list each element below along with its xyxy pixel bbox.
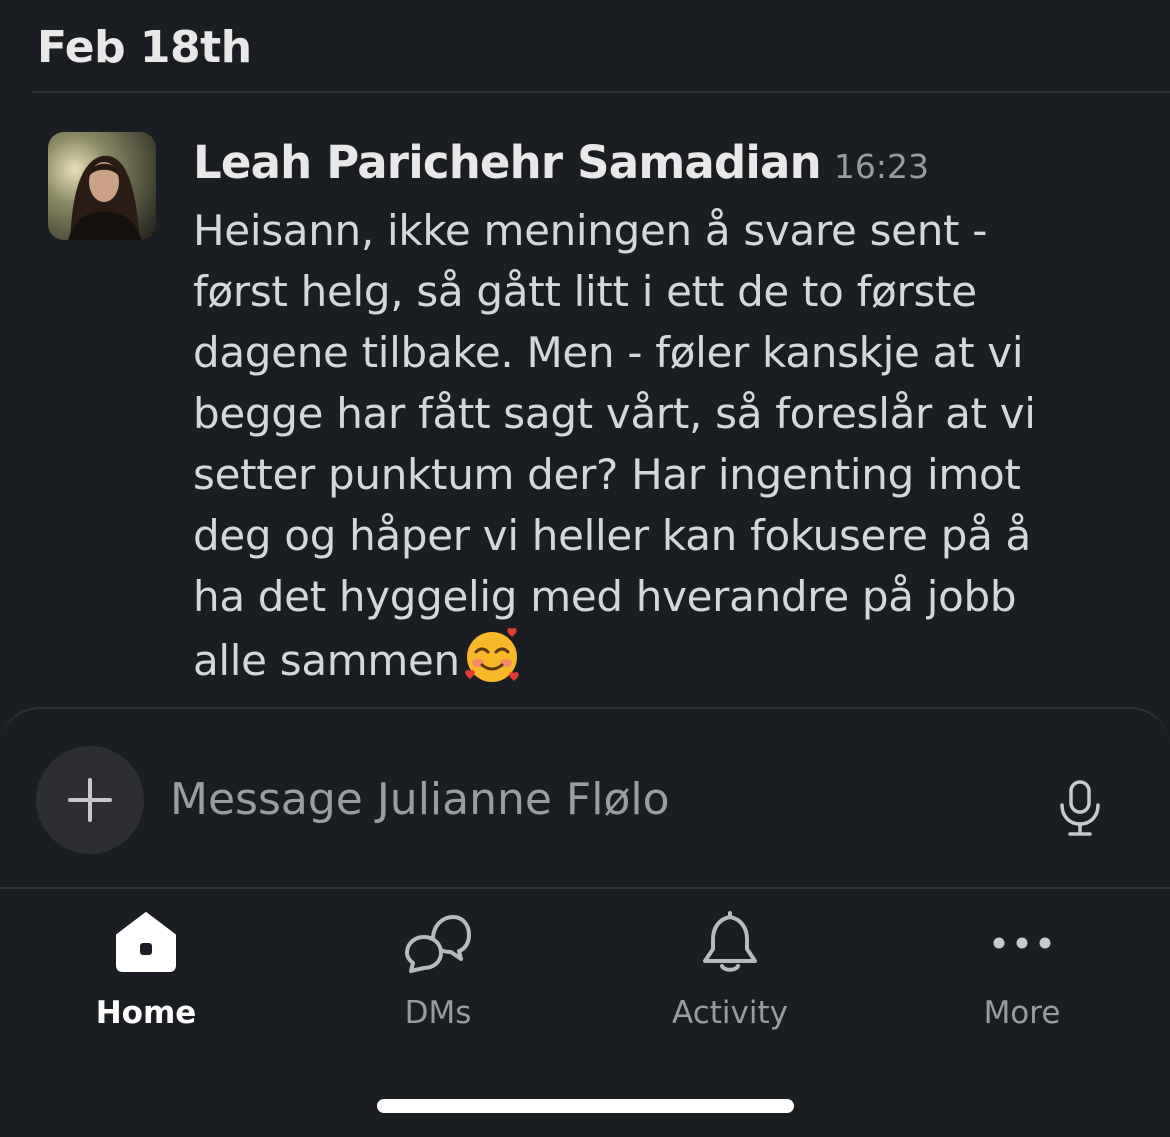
tab-home[interactable]: Home (0, 889, 292, 1059)
home-indicator (377, 1099, 794, 1113)
message-last-line: alle sammen (193, 627, 1103, 701)
message-line: begge har fått sagt vårt, så foreslår at… (193, 389, 1036, 438)
tab-more[interactable]: More (876, 889, 1168, 1059)
date-divider-header: Feb 18th (0, 0, 1170, 93)
message-composer (0, 707, 1170, 889)
message-line: ha det hyggelig med hverandre på jobb (193, 572, 1017, 621)
message-header: Leah Parichehr Samadian 16:23 (193, 136, 929, 189)
tab-dms[interactable]: DMs (292, 889, 584, 1059)
tab-label: Home (95, 995, 197, 1031)
message-line: setter punktum der? Har ingenting imot (193, 450, 1021, 499)
date-label: Feb 18th (37, 22, 252, 73)
message-line: dagene tilbake. Men - føler kanskje at v… (193, 328, 1024, 377)
tab-label: DMs (404, 995, 472, 1031)
message-timestamp: 16:23 (833, 147, 930, 186)
message-input[interactable] (170, 769, 1010, 829)
divider-line (32, 91, 1170, 93)
dm-screen: Feb 18th Leah Parichehr Samadian 16:23 H… (0, 0, 1170, 1137)
message-text: Heisann, ikke meningen å svare sent - fø… (193, 200, 1103, 701)
tab-label: More (983, 995, 1061, 1031)
dms-icon (403, 909, 473, 979)
message-line: Heisann, ikke meningen å svare sent - (193, 206, 988, 255)
smiling-face-with-hearts-icon (462, 627, 524, 701)
message-line: først helg, så gått litt i ett de to før… (193, 267, 977, 316)
more-icon (989, 909, 1055, 979)
message-line: deg og håper vi heller kan fokusere på å (193, 511, 1031, 560)
bell-icon (697, 909, 763, 979)
add-attachment-button[interactable] (36, 746, 144, 854)
avatar[interactable] (48, 132, 156, 240)
tab-activity[interactable]: Activity (584, 889, 876, 1059)
microphone-icon[interactable] (1056, 779, 1104, 837)
sender-name[interactable]: Leah Parichehr Samadian (193, 136, 822, 189)
tab-label: Activity (672, 995, 788, 1031)
message-line: alle sammen (193, 636, 460, 685)
home-icon (113, 909, 179, 979)
